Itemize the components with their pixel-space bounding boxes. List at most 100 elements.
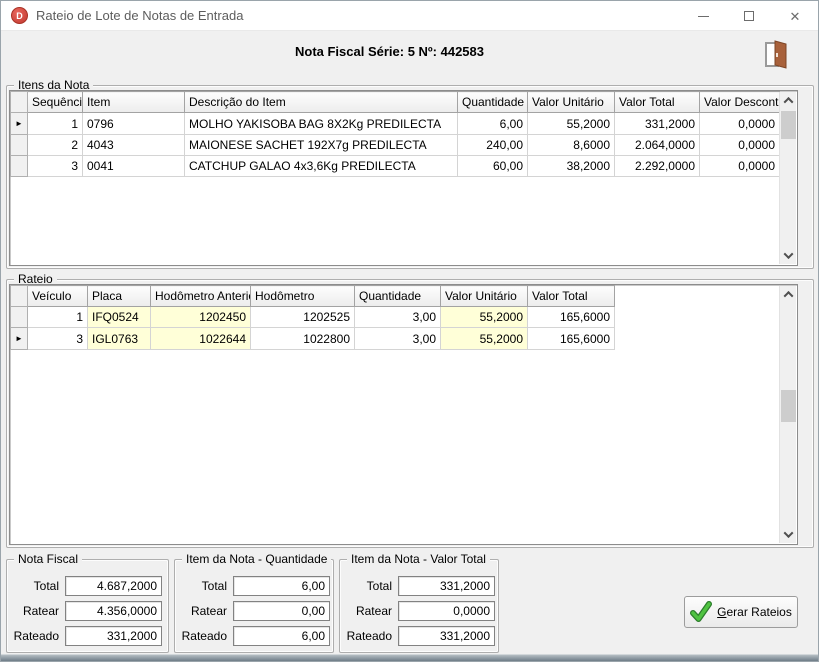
total-label: Total [340,579,392,593]
total-field: 331,2000 [398,576,495,596]
table-row[interactable]: 2 4043 MAIONESE SACHET 192X7g PREDILECTA… [11,135,780,156]
column-header-hodometro[interactable]: Hodômetro [251,286,355,307]
window-controls: ✕ [680,1,818,31]
cell-placa[interactable]: IGL0763 [88,328,151,350]
vertical-scrollbar[interactable] [779,286,796,543]
scroll-up-button[interactable] [780,92,797,109]
table-row[interactable]: 3 0041 CATCHUP GALAO 4x3,6Kg PREDILECTA … [11,156,780,177]
cell-quantidade[interactable]: 240,00 [458,135,528,156]
cell-quantidade[interactable]: 60,00 [458,156,528,177]
cell-valor-desconto[interactable]: 0,0000 [700,135,780,156]
indicator-header-cell [11,92,28,113]
minimize-button[interactable] [680,1,726,31]
cell-hodometro-anterior[interactable]: 1202450 [151,307,251,328]
cell-hodometro-anterior[interactable]: 1022644 [151,328,251,350]
total-label: Total [175,579,227,593]
rateado-label: Rateado [175,629,227,643]
item-quantidade-groupbox: Item da Nota - Quantidade Total 6,00 Rat… [174,559,334,653]
cell-valor-total[interactable]: 165,6000 [528,307,615,328]
ratear-label: Ratear [7,604,59,618]
column-header-placa[interactable]: Placa [88,286,151,307]
scroll-thumb[interactable] [781,390,796,422]
column-header-quantidade[interactable]: Quantidade [355,286,441,307]
cell-valor-desconto[interactable]: 0,0000 [700,113,780,135]
cell-descricao[interactable]: MOLHO YAKISOBA BAG 8X2Kg PREDILECTA [185,113,458,135]
column-header-valor-unitario[interactable]: Valor Unitário [528,92,615,113]
row-indicator [11,156,28,177]
column-header-quantidade[interactable]: Quantidade [458,92,528,113]
column-header-valor-total[interactable]: Valor Total [615,92,700,113]
cell-item[interactable]: 0041 [83,156,185,177]
itens-da-nota-grid: Sequência Item Descrição do Item Quantid… [9,90,798,266]
rateado-field: 6,00 [233,626,330,646]
cell-quantidade[interactable]: 3,00 [355,307,441,328]
exit-button[interactable] [758,36,794,72]
cell-valor-total[interactable]: 331,2000 [615,113,700,135]
cell-valor-unitario[interactable]: 8,6000 [528,135,615,156]
chevron-down-icon [784,528,794,538]
total-label: Total [7,579,59,593]
vertical-scrollbar[interactable] [779,92,796,264]
column-header-valor-desconto[interactable]: Valor Desconto [700,92,780,113]
cell-sequencia[interactable]: 2 [28,135,83,156]
close-button[interactable]: ✕ [772,1,818,31]
cell-item[interactable]: 4043 [83,135,185,156]
cell-quantidade[interactable]: 6,00 [458,113,528,135]
cell-hodometro[interactable]: 1022800 [251,328,355,350]
nota-fiscal-title: Nota Fiscal Série: 5 Nº: 442583 [1,44,778,59]
scroll-thumb[interactable] [781,111,796,139]
rateio-grid: Veículo Placa Hodômetro Anterior Hodômet… [9,284,798,545]
gerar-rateios-button[interactable]: Gerar Rateios [684,596,798,628]
column-header-item[interactable]: Item [83,92,185,113]
current-row-indicator: ► [11,328,28,350]
table-row[interactable]: ► 3 IGL0763 1022644 1022800 3,00 55,2000… [11,328,615,350]
cell-valor-unitario[interactable]: 55,2000 [528,113,615,135]
cell-descricao[interactable]: MAIONESE SACHET 192X7g PREDILECTA [185,135,458,156]
scroll-down-button[interactable] [780,247,797,264]
cell-valor-desconto[interactable]: 0,0000 [700,156,780,177]
cell-item[interactable]: 0796 [83,113,185,135]
cell-descricao[interactable]: CATCHUP GALAO 4x3,6Kg PREDILECTA [185,156,458,177]
table-row[interactable]: ► 1 0796 MOLHO YAKISOBA BAG 8X2Kg PREDIL… [11,113,780,135]
column-header-veiculo[interactable]: Veículo [28,286,88,307]
cell-veiculo[interactable]: 3 [28,328,88,350]
cell-valor-total[interactable]: 165,6000 [528,328,615,350]
check-icon [690,601,712,623]
total-field: 6,00 [233,576,330,596]
column-header-valor-total[interactable]: Valor Total [528,286,615,307]
ratear-label: Ratear [175,604,227,618]
cell-sequencia[interactable]: 1 [28,113,83,135]
scroll-down-button[interactable] [780,526,797,543]
minimize-icon [698,16,709,17]
door-exit-icon [763,39,789,69]
rateado-label: Rateado [340,629,392,643]
rateado-field: 331,2000 [398,626,495,646]
nota-fiscal-summary-label: Nota Fiscal [14,552,82,566]
close-icon: ✕ [790,10,801,23]
ratear-label: Ratear [340,604,392,618]
indicator-header-cell [11,286,28,307]
scroll-up-button[interactable] [780,286,797,303]
column-header-sequencia[interactable]: Sequência [28,92,83,113]
cell-quantidade[interactable]: 3,00 [355,328,441,350]
window-bottom-edge [1,654,818,661]
cell-valor-unitario[interactable]: 55,2000 [441,307,528,328]
cell-valor-unitario[interactable]: 38,2000 [528,156,615,177]
rateado-field: 331,2000 [65,626,162,646]
maximize-button[interactable] [726,1,772,31]
table-row[interactable]: 1 IFQ0524 1202450 1202525 3,00 55,2000 1… [11,307,615,328]
cell-valor-total[interactable]: 2.292,0000 [615,156,700,177]
cell-valor-unitario[interactable]: 55,2000 [441,328,528,350]
cell-valor-total[interactable]: 2.064,0000 [615,135,700,156]
app-logo-icon: D [11,7,28,24]
column-header-valor-unitario[interactable]: Valor Unitário [441,286,528,307]
cell-sequencia[interactable]: 3 [28,156,83,177]
item-quantidade-label: Item da Nota - Quantidade [182,552,331,566]
cell-placa[interactable]: IFQ0524 [88,307,151,328]
column-header-hodometro-anterior[interactable]: Hodômetro Anterior [151,286,251,307]
cell-veiculo[interactable]: 1 [28,307,88,328]
cell-hodometro[interactable]: 1202525 [251,307,355,328]
maximize-icon [744,11,754,21]
column-header-descricao[interactable]: Descrição do Item [185,92,458,113]
row-indicator [11,135,28,156]
